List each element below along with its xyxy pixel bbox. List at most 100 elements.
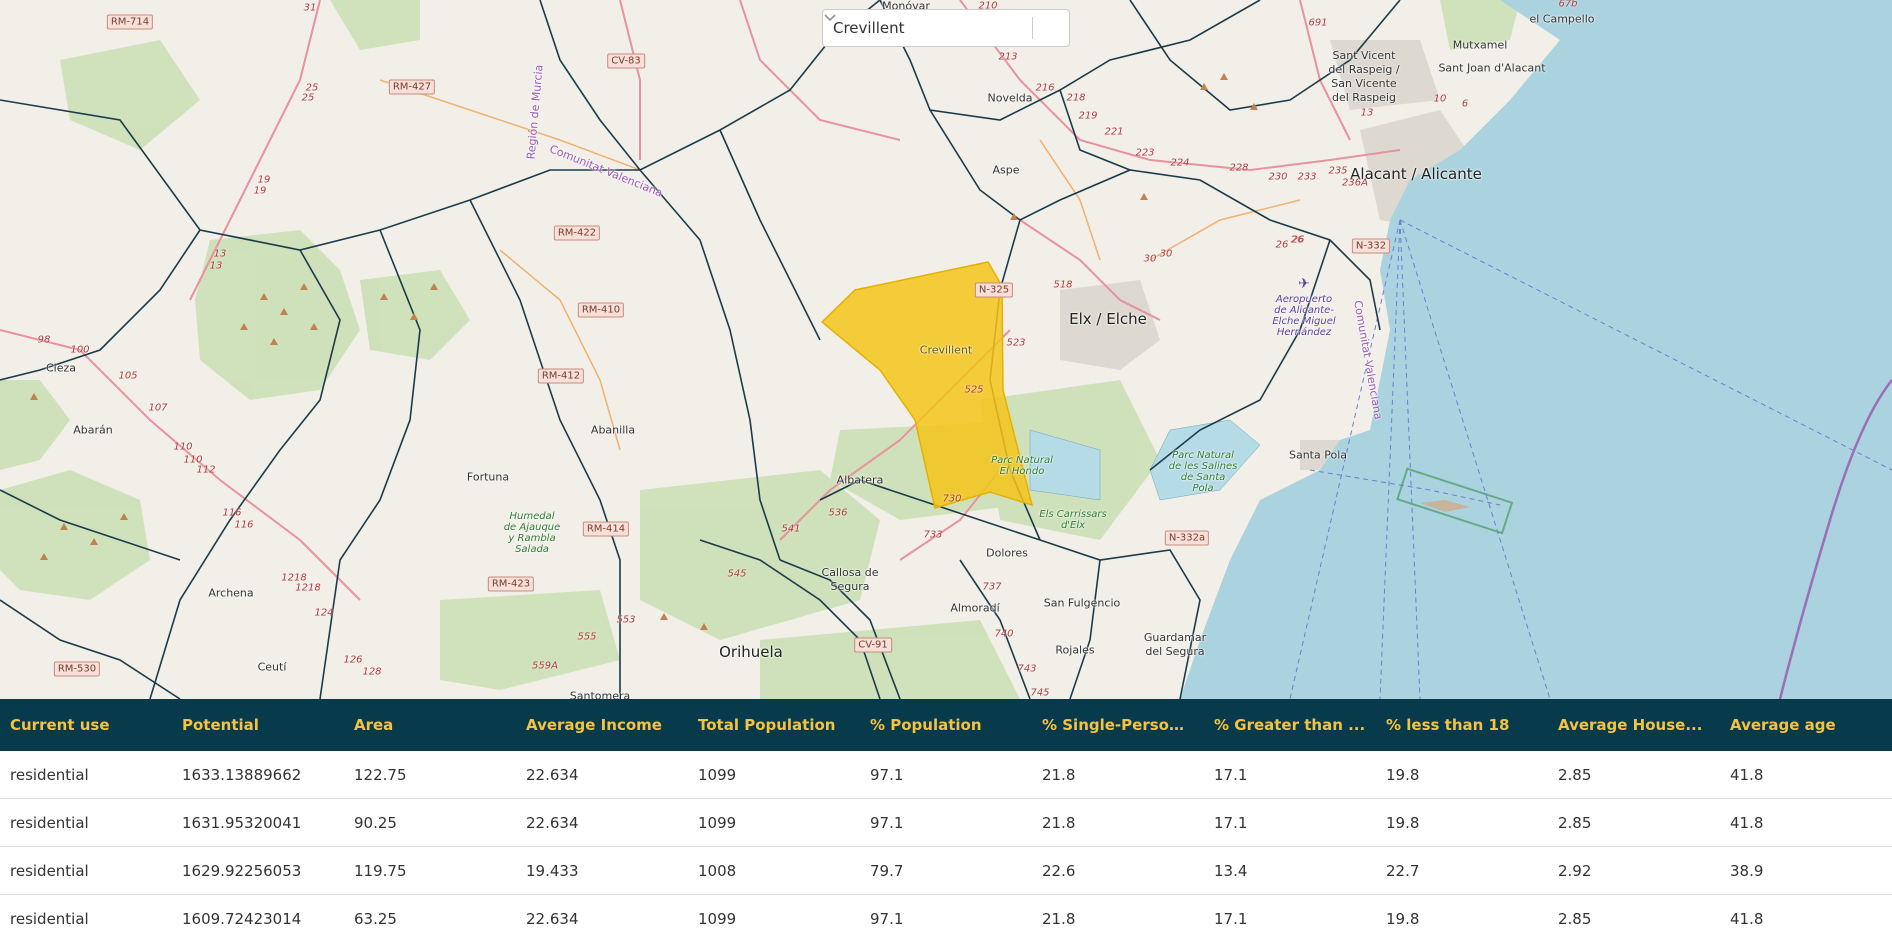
road-number: 107 (148, 402, 168, 414)
municipality-select-value: Crevillent (833, 19, 905, 37)
table-cell: 119.75 (344, 846, 516, 895)
road-shield: CV-83 (607, 53, 645, 69)
road-number: 13 (213, 248, 227, 260)
road-number: 126 (343, 654, 363, 666)
map-view[interactable]: Monóvar Novelda Aspe Elx / Elche Crevill… (0, 0, 1892, 699)
road-number: 559A (532, 660, 558, 672)
road-number: 98 (37, 334, 51, 346)
table-cell: residential (0, 751, 172, 799)
table-cell: 41.8 (1720, 894, 1892, 928)
table-cell: 17.1 (1204, 798, 1376, 847)
table-cell: 2.92 (1548, 846, 1720, 895)
road-number: 233 (1297, 171, 1317, 183)
road-number: 13 (209, 260, 223, 272)
table-cell: residential (0, 798, 172, 847)
table-cell: 19.8 (1376, 894, 1548, 928)
road-number: 745 (1030, 687, 1050, 699)
column-header[interactable]: Potential (172, 699, 344, 751)
road-number: 19 (257, 174, 271, 186)
road-shield: RM-427 (388, 79, 436, 95)
road-shield: N-332 (1351, 238, 1391, 254)
road-number: 216 (1035, 82, 1055, 94)
road-number: 223 (1135, 147, 1155, 159)
road-number: 219 (1078, 110, 1098, 122)
column-header[interactable]: % Population (860, 699, 1032, 751)
road-shield: RM-714 (106, 14, 154, 30)
road-number: 116 (222, 507, 242, 519)
road-number: 30 (1143, 253, 1157, 265)
road-number: 116 (234, 519, 254, 531)
table-row[interactable]: residential 1629.92256053 119.75 19.433 … (0, 846, 1892, 895)
table-cell: residential (0, 894, 172, 928)
column-header[interactable]: Average age (1720, 699, 1892, 751)
column-header[interactable]: % Greater than ... (1204, 699, 1376, 751)
road-number: 541 (781, 523, 801, 535)
road-number: 218 (1066, 92, 1086, 104)
table-cell: 21.8 (1032, 751, 1204, 799)
road-number: 553 (616, 614, 636, 626)
table-cell: 1629.92256053 (172, 846, 344, 895)
road-number: 110 (173, 441, 193, 453)
road-number: 128 (362, 666, 382, 678)
table-cell: residential (0, 846, 172, 895)
table-cell: 97.1 (860, 751, 1032, 799)
road-number: 525 (964, 384, 984, 396)
sea (1180, 0, 1892, 699)
column-header[interactable]: Average Income (516, 699, 688, 751)
table-cell: 90.25 (344, 798, 516, 847)
column-header[interactable]: % less than 18 (1376, 699, 1548, 751)
table-cell: 13.4 (1204, 846, 1376, 895)
column-header[interactable]: Total Population (688, 699, 860, 751)
table-cell: 2.85 (1548, 798, 1720, 847)
table-cell: 1631.95320041 (172, 798, 344, 847)
table-cell: 1099 (688, 798, 860, 847)
column-header[interactable]: Area (344, 699, 516, 751)
road-number: 221 (1104, 126, 1124, 138)
results-table: Current use Potential Area Average Incom… (0, 699, 1892, 928)
road-shield: N-332a (1164, 530, 1210, 546)
road-number: 105 (118, 370, 138, 382)
road-number: 228 (1229, 162, 1249, 174)
road-number: 10 (1433, 93, 1447, 105)
table-cell: 22.7 (1376, 846, 1548, 895)
table-cell: 2.85 (1548, 894, 1720, 928)
road-number: 737 (982, 581, 1002, 593)
road-number: 236A (1342, 177, 1368, 189)
table-row[interactable]: residential 1609.72423014 63.25 22.634 1… (0, 894, 1892, 928)
table-cell: 79.7 (860, 846, 1032, 895)
road-shield: CV-91 (854, 637, 892, 653)
road-number: 536 (828, 507, 848, 519)
road-number: 740 (994, 628, 1014, 640)
table-cell: 1633.13889662 (172, 751, 344, 799)
road-number: 730 (942, 493, 962, 505)
table-cell: 1099 (688, 751, 860, 799)
map-canvas[interactable] (0, 0, 1892, 699)
table-cell: 63.25 (344, 894, 516, 928)
table-row[interactable]: residential 1633.13889662 122.75 22.634 … (0, 751, 1892, 799)
table-cell: 1609.72423014 (172, 894, 344, 928)
table-cell: 22.634 (516, 894, 688, 928)
table-cell: 41.8 (1720, 798, 1892, 847)
table-row[interactable]: residential 1631.95320041 90.25 22.634 1… (0, 798, 1892, 847)
table-cell: 38.9 (1720, 846, 1892, 895)
road-shield: RM-412 (537, 368, 585, 384)
municipality-select[interactable]: Crevillent (822, 9, 1070, 47)
road-number: 26 (1275, 239, 1289, 251)
results-table-container[interactable]: Current use Potential Area Average Incom… (0, 699, 1892, 928)
table-cell: 97.1 (860, 894, 1032, 928)
road-number: 112 (196, 464, 216, 476)
road-number: 230 (1268, 171, 1288, 183)
column-header[interactable]: % Single-Person... (1032, 699, 1204, 751)
road-number: 224 (1170, 157, 1190, 169)
road-number: 100 (70, 344, 90, 356)
column-header[interactable]: Current use (0, 699, 172, 751)
table-header-row: Current use Potential Area Average Incom… (0, 699, 1892, 751)
table-cell: 97.1 (860, 798, 1032, 847)
road-shield: RM-423 (487, 576, 535, 592)
road-number: 691 (1308, 17, 1328, 29)
column-header[interactable]: Average House... (1548, 699, 1720, 751)
road-number: 19 (253, 185, 267, 197)
table-cell: 41.8 (1720, 751, 1892, 799)
table-cell: 22.634 (516, 798, 688, 847)
table-cell: 122.75 (344, 751, 516, 799)
